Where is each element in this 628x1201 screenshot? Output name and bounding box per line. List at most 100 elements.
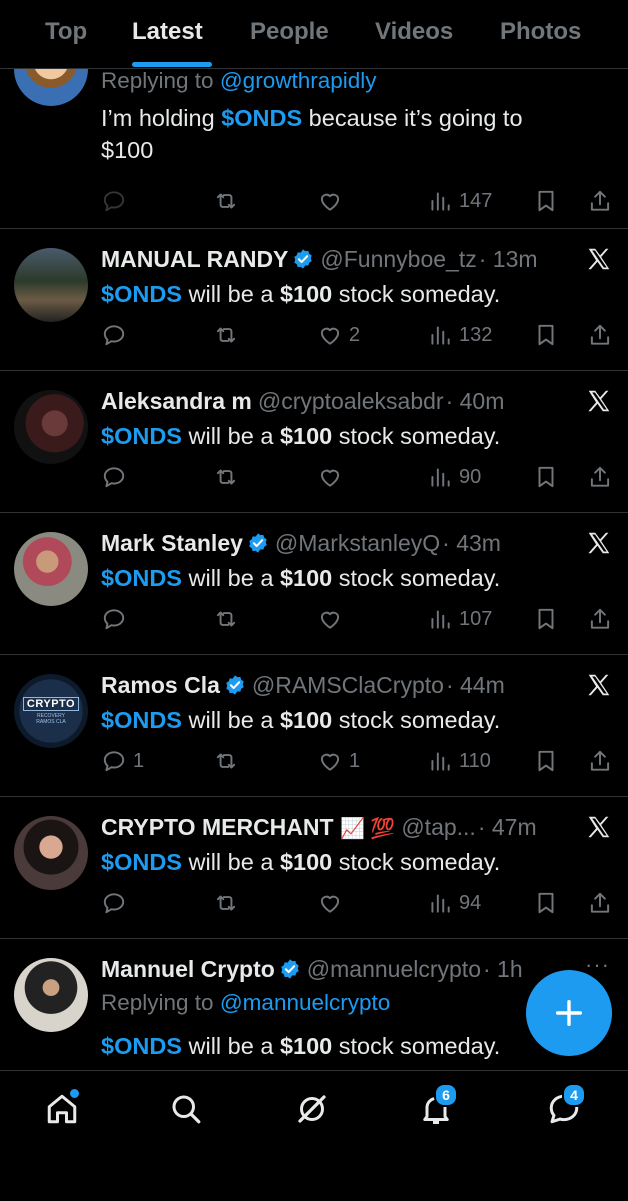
views-button[interactable]: 94	[427, 888, 481, 918]
user-avatar[interactable]	[14, 248, 88, 322]
retweet-button[interactable]	[213, 320, 239, 350]
display-name[interactable]: Mark Stanley	[101, 530, 243, 556]
text-segment: stock someday.	[332, 281, 501, 307]
nav-grok[interactable]	[294, 1091, 334, 1131]
tweet-item[interactable]: Mark Stanley @MarkstanleyQ· 43m $ONDS wil…	[0, 512, 628, 655]
reply-button[interactable]	[101, 604, 127, 634]
views-count: 147	[459, 189, 493, 212]
tweet-item[interactable]: Aleksandra m @cryptoaleksabdr· 40m $ONDS …	[0, 370, 628, 513]
share-button[interactable]	[587, 462, 613, 492]
tweet-item[interactable]: MANUAL RANDY @Funnyboe_tz· 13m $ONDS will…	[0, 228, 628, 371]
user-handle[interactable]: @cryptoaleksabdr	[258, 388, 444, 414]
nav-messages[interactable]: 4	[546, 1083, 586, 1131]
tab-people[interactable]: People	[250, 18, 329, 46]
text-segment: because it’s going to	[302, 105, 523, 131]
tab-latest[interactable]: Latest	[132, 18, 203, 46]
user-handle[interactable]: @MarkstanleyQ	[275, 530, 440, 556]
verified-badge-icon	[224, 674, 246, 696]
cashtag-link[interactable]: $ONDS	[101, 565, 182, 591]
user-avatar[interactable]: CRYPTO RECOVERY RAMOS CLA	[14, 674, 88, 748]
user-avatar[interactable]	[14, 532, 88, 606]
cashtag-link[interactable]: $ONDS	[101, 707, 182, 733]
cashtag-link[interactable]: $ONDS	[101, 1033, 182, 1059]
display-name[interactable]: Ramos Cla	[101, 672, 220, 698]
bookmark-button[interactable]	[533, 462, 559, 492]
compose-post-button[interactable]	[526, 970, 612, 1056]
tweet-text: $ONDS will be a $100 stock someday.	[101, 420, 500, 452]
share-button[interactable]	[587, 604, 613, 634]
like-button[interactable]	[317, 186, 343, 216]
tab-photos[interactable]: Photos	[500, 18, 581, 46]
user-handle[interactable]: @mannuelcrypto	[307, 956, 481, 982]
bookmark-button[interactable]	[533, 186, 559, 216]
tweet-header: MANUAL RANDY @Funnyboe_tz· 13m	[101, 246, 538, 273]
retweet-button[interactable]	[213, 604, 239, 634]
verified-badge-icon	[279, 958, 301, 980]
reply-button[interactable]	[101, 462, 127, 492]
tweet-item[interactable]: CRYPTO RECOVERY RAMOS CLA Ramos Cla @RAMS…	[0, 654, 628, 797]
user-avatar[interactable]	[14, 958, 88, 1032]
nav-home[interactable]	[44, 1087, 84, 1131]
display-name[interactable]: MANUAL RANDY	[101, 246, 288, 272]
tweet-header: CRYPTO MERCHANT 📈 💯 @tap...· 47m	[101, 814, 537, 841]
views-button[interactable]: 107	[427, 604, 492, 634]
share-button[interactable]	[587, 186, 613, 216]
user-avatar[interactable]	[14, 390, 88, 464]
cashtag-link[interactable]: $ONDS	[221, 105, 302, 131]
tweet-header: Ramos Cla @RAMSClaCrypto· 44m	[101, 672, 505, 699]
views-button[interactable]: 132	[427, 320, 492, 350]
x-logo-icon	[586, 246, 612, 272]
tweet-item[interactable]: CRYPTO MERCHANT 📈 💯 @tap...· 47m $ONDS wi…	[0, 796, 628, 939]
user-handle[interactable]: @tap...	[401, 814, 476, 840]
views-button[interactable]: 147	[427, 186, 492, 216]
tweet-actions: 2 132	[101, 320, 621, 350]
share-button[interactable]	[587, 320, 613, 350]
display-name[interactable]: Aleksandra m	[101, 388, 252, 414]
reply-button[interactable]	[101, 186, 127, 216]
display-name[interactable]: CRYPTO MERCHANT	[101, 814, 334, 840]
bookmark-button[interactable]	[533, 888, 559, 918]
cashtag-link[interactable]: $ONDS	[101, 281, 182, 307]
heart-icon	[317, 188, 343, 214]
like-button[interactable]: 1	[317, 746, 360, 776]
tweet-text: $ONDS will be a $100 stock someday.	[101, 562, 500, 594]
nav-notifications[interactable]: 6	[418, 1083, 458, 1131]
user-handle[interactable]: @RAMSClaCrypto	[252, 672, 444, 698]
cashtag-link[interactable]: $ONDS	[101, 849, 182, 875]
user-handle[interactable]: @Funnyboe_tz	[320, 246, 476, 272]
like-button[interactable]: 2	[317, 320, 360, 350]
cashtag-link[interactable]: $ONDS	[101, 423, 182, 449]
reply-button[interactable]: 1	[101, 746, 144, 776]
share-button[interactable]	[587, 746, 613, 776]
retweet-button[interactable]	[213, 746, 239, 776]
views-button[interactable]: 110	[427, 746, 491, 776]
reply-button[interactable]	[101, 888, 127, 918]
retweet-button[interactable]	[213, 186, 239, 216]
like-button[interactable]	[317, 888, 343, 918]
bookmark-button[interactable]	[533, 604, 559, 634]
bookmark-button[interactable]	[533, 746, 559, 776]
tab-videos[interactable]: Videos	[375, 18, 453, 46]
bookmark-button[interactable]	[533, 320, 559, 350]
bookmark-icon	[533, 322, 559, 348]
reply-mention-link[interactable]: @mannuelcrypto	[220, 990, 390, 1015]
retweet-button[interactable]	[213, 888, 239, 918]
nav-search[interactable]	[168, 1091, 208, 1131]
reply-button[interactable]	[101, 320, 127, 350]
share-button[interactable]	[587, 888, 613, 918]
like-button[interactable]	[317, 462, 343, 492]
retweet-button[interactable]	[213, 462, 239, 492]
reply-icon	[101, 606, 127, 632]
tweet-header: Aleksandra m @cryptoaleksabdr· 40m	[101, 388, 504, 415]
reply-mention-link[interactable]: @growthrapidly	[220, 68, 377, 93]
tweet-item[interactable]: Replying to @growthrapidly I’m holding $…	[0, 68, 628, 229]
like-button[interactable]	[317, 604, 343, 634]
home-unread-dot	[68, 1087, 81, 1100]
user-avatar[interactable]	[14, 816, 88, 890]
reply-icon	[101, 188, 127, 214]
display-name[interactable]: Mannuel Crypto	[101, 956, 275, 982]
tweet-time: · 47m	[477, 814, 537, 840]
views-button[interactable]: 90	[427, 462, 481, 492]
tab-top[interactable]: Top	[45, 18, 87, 46]
user-avatar[interactable]	[14, 68, 88, 106]
